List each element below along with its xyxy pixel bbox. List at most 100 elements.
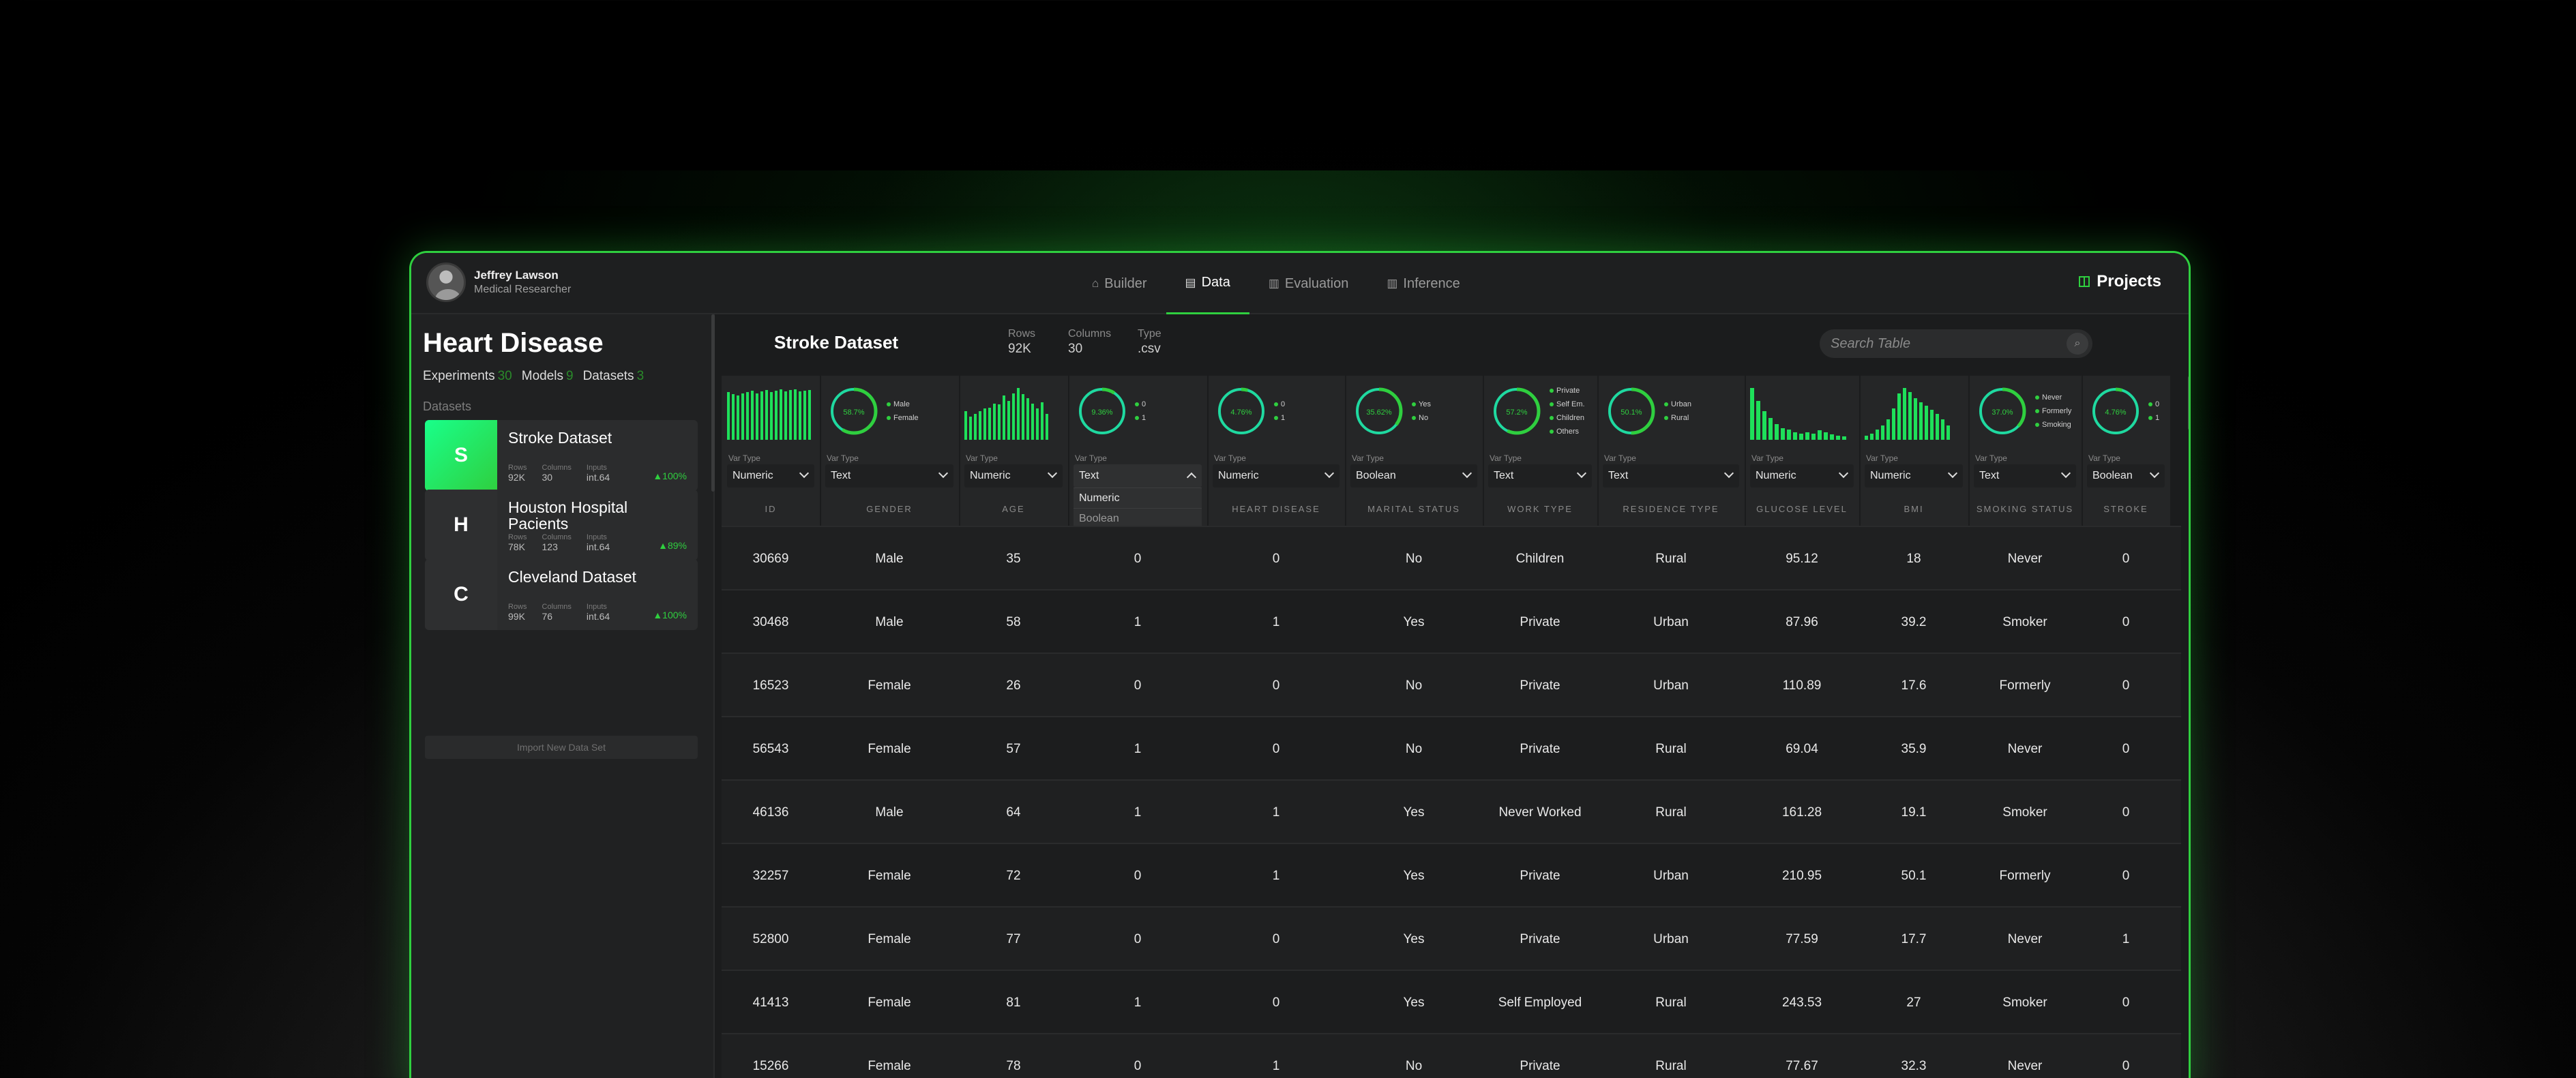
column-name[interactable]: WORK TYPE — [1483, 504, 1597, 514]
table-cell: 27 — [1906, 995, 1921, 1010]
histogram-bar — [1865, 436, 1868, 440]
var-type-label: Var Type — [2088, 453, 2120, 463]
var-type-label: Var Type — [1352, 453, 1384, 463]
var-type-select[interactable]: Text — [1603, 464, 1739, 488]
user-name: Jeffrey Lawson — [474, 269, 559, 282]
avatar[interactable] — [426, 263, 466, 302]
histogram-bar — [1046, 414, 1048, 440]
tab-experiments[interactable]: Experiments 30 — [423, 369, 512, 384]
table-cell: Yes — [1403, 995, 1425, 1010]
table-cell: 0 — [1272, 551, 1280, 566]
table-row[interactable]: 30669 Male 35 0 0 No Children Rural 95.12 18 Never… — [722, 526, 2181, 589]
chevron-down-icon — [1838, 468, 1849, 479]
table-row[interactable]: 16523 Female 26 0 0 No Private Urban 110.89 17.6 F… — [722, 653, 2181, 716]
table-row[interactable]: 56543 Female 57 1 0 No Private Rural 69.04 35.9 Ne… — [722, 716, 2181, 779]
table-cell: Male — [875, 805, 904, 820]
table-row[interactable]: 46136 Male 64 1 1 Yes Never Worked Rural 161.28 1… — [722, 779, 2181, 843]
dataset-card[interactable]: H Houston Hospital Pacients Rows 78K Columns… — [425, 490, 698, 560]
table-row[interactable]: 15266 Female 78 0 1 No Private Rural 77.67 32.3 Ne… — [722, 1033, 2181, 1078]
histogram-bar — [993, 404, 996, 440]
dataset-card[interactable]: C Cleveland Dataset Rows 99K Columns 76 Inputs… — [425, 559, 698, 630]
import-dataset-button[interactable]: Import New Data Set — [425, 736, 698, 759]
histogram-bar — [732, 394, 735, 440]
chevron-down-icon — [2060, 468, 2071, 479]
sidebar-scrollbar[interactable] — [711, 314, 715, 492]
var-type-select[interactable]: Numeric — [1213, 464, 1339, 488]
dataset-columns: Columns 30 — [1068, 328, 1112, 356]
histogram-bar — [1003, 395, 1005, 440]
nav-evaluation[interactable]: ▥ Evaluation — [1249, 253, 1367, 314]
dataset-card[interactable]: S Stroke Dataset Rows 92K Columns 30 Inputs int… — [425, 420, 698, 491]
projects-button[interactable]: Projects — [2079, 272, 2161, 291]
tab-models[interactable]: Models 9 — [522, 369, 574, 384]
search-input[interactable] — [1820, 329, 2065, 358]
legend-dot-icon — [1550, 416, 1554, 420]
column-header: 58.7% Male Female Var Type Text GENDER — [820, 376, 959, 526]
donut-legend: 01 — [2148, 398, 2159, 425]
var-type-select[interactable]: Text — [825, 464, 953, 488]
table-cell: 243.53 — [1781, 995, 1822, 1010]
nav-builder[interactable]: ⌂ Builder — [1073, 253, 1166, 314]
var-type-select[interactable]: Boolean — [2087, 464, 2165, 488]
nav-inference[interactable]: ▥ Inference — [1367, 253, 1479, 314]
column-name[interactable]: GLUCOSE LEVEL — [1745, 504, 1859, 514]
table-scrollbar[interactable] — [2188, 376, 2189, 430]
column-name[interactable]: MARITAL STATUS — [1345, 504, 1483, 514]
table-row[interactable]: 32257 Female 72 0 1 Yes Private Urban 210.95 50.1… — [722, 843, 2181, 906]
histogram-bar — [1914, 398, 1917, 440]
table-cell: Female — [868, 678, 911, 693]
column-name[interactable]: BMI — [1859, 504, 1968, 514]
tab-datasets[interactable]: Datasets 3 — [583, 369, 645, 384]
legend-item: Yes — [1412, 398, 1431, 411]
dataset-rows: Rows 92K — [1008, 328, 1036, 356]
top-bar: Jeffrey Lawson Medical Researcher ⌂ Buil… — [411, 253, 2189, 314]
chevron-down-icon — [2149, 468, 2160, 479]
table-cell: Rural — [1655, 805, 1687, 820]
var-type-select[interactable]: Numeric — [964, 464, 1063, 488]
column-name[interactable]: SMOKING STATUS — [1968, 504, 2082, 514]
table-cell: 19.1 — [1901, 805, 1927, 820]
datasets-section-label: Datasets — [423, 400, 472, 413]
column-name[interactable]: RESIDENCE TYPE — [1597, 504, 1745, 514]
table-cell: Rural — [1655, 1058, 1687, 1073]
chevron-down-icon — [1723, 468, 1734, 479]
var-type-select[interactable]: Text — [1974, 464, 2076, 488]
var-type-select[interactable]: Text — [1488, 464, 1592, 488]
var-type-select[interactable]: Numeric — [727, 464, 814, 488]
histogram-bar — [1824, 432, 1828, 440]
column-header: Var Type Numeric AGE — [959, 376, 1068, 526]
dropdown-option[interactable]: Numeric — [1074, 488, 1202, 508]
user-profile[interactable]: Jeffrey Lawson Medical Researcher — [426, 263, 571, 302]
var-type-select[interactable]: Boolean — [1350, 464, 1477, 488]
var-type-select[interactable]: Numeric — [1865, 464, 1963, 488]
column-name[interactable]: STROKE — [2082, 504, 2170, 514]
dataset-inputs-value: int.64 — [586, 472, 610, 483]
column-name[interactable]: ID — [722, 504, 820, 514]
table-cell: 30468 — [752, 614, 789, 629]
donut-svg: 50.1% — [1608, 387, 1655, 435]
table-row[interactable]: 52800 Female 77 0 0 Yes Private Urban 77.59 17.7 N… — [722, 906, 2181, 970]
column-name[interactable]: AGE — [959, 504, 1068, 514]
table-cell: 0 — [1134, 868, 1142, 883]
table-row[interactable]: 30468 Male 58 1 1 Yes Private Urban 87.96 39.2 Smo… — [722, 589, 2181, 653]
table-cell: Children — [1515, 551, 1565, 566]
column-name[interactable]: HEART DISEASE — [1207, 504, 1345, 514]
legend-dot-icon — [887, 416, 891, 420]
histogram-bar — [969, 417, 972, 440]
var-type-value: Text — [831, 470, 851, 481]
legend-item: Children — [1550, 411, 1585, 425]
var-type-select[interactable]: Text — [1074, 464, 1202, 488]
database-icon: ▤ — [1185, 275, 1196, 289]
table-cell: 0 — [2122, 741, 2130, 756]
column-name[interactable]: GENDER — [820, 504, 959, 514]
table-cell: 0 — [1134, 1058, 1142, 1073]
search-icon[interactable]: ⌕ — [2067, 333, 2088, 355]
table-cell: Female — [868, 931, 911, 946]
table-row[interactable]: 41413 Female 81 1 0 Yes Self Employed Rural 243.… — [722, 970, 2181, 1033]
donut-chart: 37.0% Never Formerly Smoking — [1975, 384, 2071, 438]
var-type-select[interactable]: Numeric — [1750, 464, 1854, 488]
var-type-label: Var Type — [1866, 453, 1898, 463]
nav-data[interactable]: ▤ Data — [1166, 253, 1249, 314]
histogram-bar — [1930, 410, 1934, 440]
donut-chart: 35.62% Yes No — [1352, 384, 1431, 438]
